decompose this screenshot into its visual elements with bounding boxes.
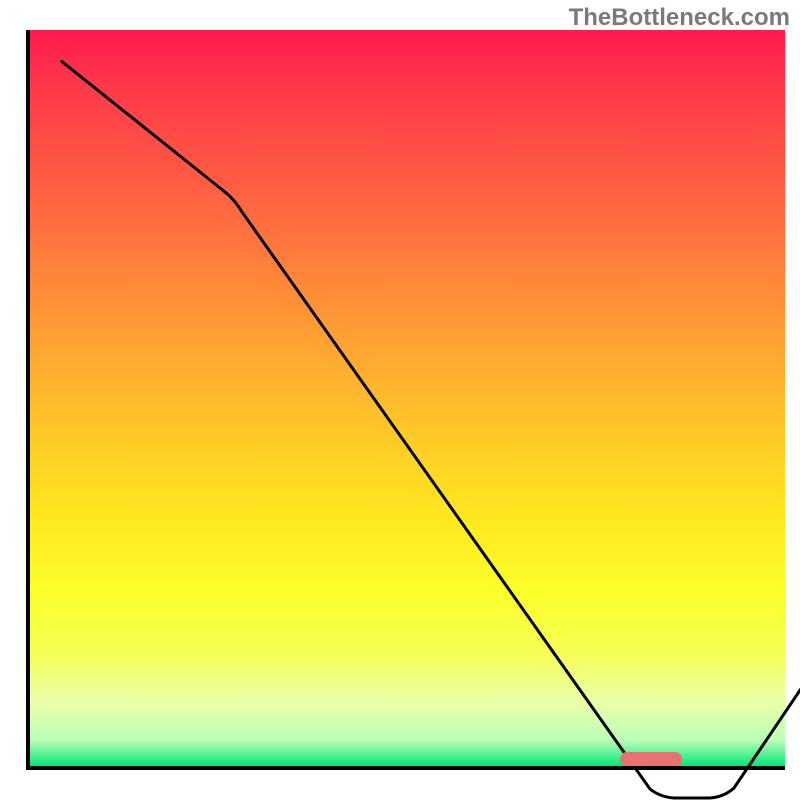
plot-area: [30, 30, 785, 770]
y-axis: [26, 30, 30, 770]
optimal-range-marker: [620, 752, 682, 766]
curve-svg: [60, 60, 800, 800]
bottleneck-curve-path: [60, 60, 800, 798]
chart-container: TheBottleneck.com: [0, 0, 800, 800]
watermark-text: TheBottleneck.com: [569, 4, 790, 32]
x-axis: [30, 766, 785, 770]
